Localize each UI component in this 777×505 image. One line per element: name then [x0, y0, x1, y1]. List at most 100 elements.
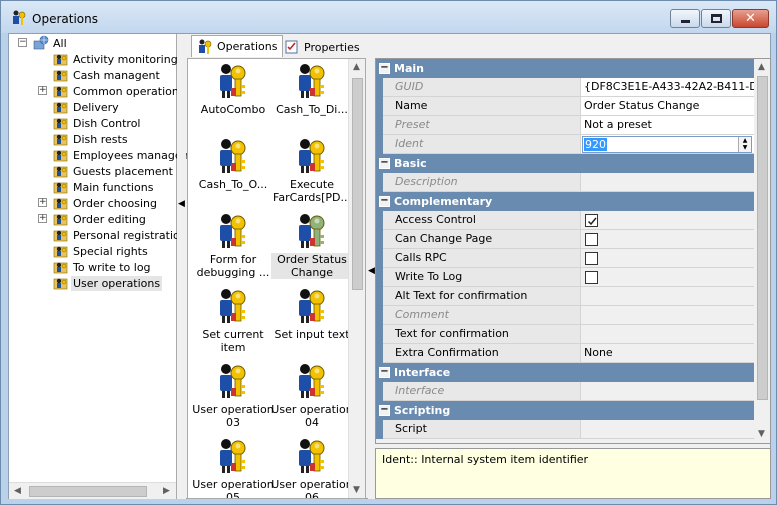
- prop-extra-confirmation[interactable]: Extra Confirmation None: [376, 344, 754, 363]
- ident-spin-input[interactable]: 920 ▲ ▼: [582, 136, 752, 153]
- tree-item[interactable]: User operations: [53, 275, 163, 291]
- scroll-up-icon[interactable]: ▲: [758, 62, 765, 72]
- operation-folder-icon: [53, 166, 68, 178]
- prop-text-confirmation[interactable]: Text for confirmation: [376, 325, 754, 344]
- operation-item[interactable]: Cash_To_O...: [192, 138, 274, 191]
- prop-ident[interactable]: Ident 920 ▲ ▼: [376, 135, 754, 154]
- collapse-icon[interactable]: −: [379, 196, 390, 207]
- tab-properties[interactable]: Properties: [279, 37, 365, 57]
- prop-description[interactable]: Description: [376, 173, 754, 192]
- tree-item[interactable]: Personal registration: [53, 227, 189, 243]
- tree-collapse-root[interactable]: −: [18, 38, 27, 47]
- collapse-icon[interactable]: −: [379, 405, 390, 416]
- prop-comment[interactable]: Comment: [376, 306, 754, 325]
- operation-item[interactable]: Set input text: [271, 288, 353, 341]
- tree-item[interactable]: Guests placement: [53, 163, 175, 179]
- tree-item[interactable]: Activity monitoring: [53, 51, 180, 67]
- calls-rpc-checkbox[interactable]: [585, 252, 598, 265]
- category-tree[interactable]: − All Activity monitoring Cash managent + C…: [9, 34, 192, 499]
- operation-key-icon: [220, 289, 246, 323]
- scroll-down-icon[interactable]: ▼: [758, 429, 765, 439]
- properties-scroll-thumb[interactable]: [757, 76, 768, 400]
- operation-item[interactable]: User operation 04: [271, 363, 353, 429]
- title-bar[interactable]: Operations ✕: [1, 1, 776, 33]
- maximize-button[interactable]: [701, 9, 731, 28]
- operation-label: Set input text: [274, 328, 350, 341]
- tree-item[interactable]: Delivery: [53, 99, 121, 115]
- operations-scroll-thumb[interactable]: [352, 78, 363, 290]
- tree-item[interactable]: Special rights: [53, 243, 150, 259]
- category-main[interactable]: − Main: [376, 59, 754, 78]
- operation-folder-icon: [53, 134, 68, 146]
- left-splitter[interactable]: ◀: [177, 34, 186, 499]
- category-basic[interactable]: − Basic: [376, 154, 754, 173]
- operation-key-icon: [220, 364, 246, 398]
- prop-write-to-log[interactable]: Write To Log: [376, 268, 754, 287]
- operation-label: Order Status Change: [271, 253, 353, 279]
- tree-item[interactable]: Cash managent: [53, 67, 162, 83]
- category-scripting[interactable]: − Scripting: [376, 401, 754, 420]
- tab-operations[interactable]: Operations: [191, 35, 284, 57]
- tree-item[interactable]: To write to log: [53, 259, 153, 275]
- tree-expand-toggle[interactable]: +: [38, 214, 47, 223]
- tree-item[interactable]: Employees managem: [53, 147, 194, 163]
- tree-item[interactable]: Dish rests: [53, 131, 130, 147]
- operation-item[interactable]: User operation 06: [271, 438, 353, 498]
- properties-vertical-scrollbar[interactable]: ▲ ▼: [754, 59, 770, 443]
- operations-vertical-scrollbar[interactable]: ▲ ▼: [348, 59, 365, 498]
- prop-calls-rpc[interactable]: Calls RPC: [376, 249, 754, 268]
- operation-key-icon: [220, 139, 246, 173]
- collapse-icon[interactable]: −: [379, 367, 390, 378]
- tree-expand-toggle[interactable]: +: [38, 198, 47, 207]
- operations-grid[interactable]: AutoCombo Cash_To_Di... Cash_To_O... Execut…: [187, 58, 366, 499]
- tree-item[interactable]: Order choosing: [53, 195, 159, 211]
- tree-item[interactable]: Common operations: [53, 83, 187, 99]
- close-button[interactable]: ✕: [732, 9, 769, 28]
- scroll-down-icon[interactable]: ▼: [353, 485, 360, 495]
- prop-script[interactable]: Script: [376, 420, 754, 439]
- middle-splitter[interactable]: ◀: [368, 58, 375, 499]
- scroll-up-icon[interactable]: ▲: [353, 62, 360, 72]
- tree-horizontal-scrollbar[interactable]: ◀ ▶: [9, 482, 176, 499]
- splitter-arrow-icon[interactable]: ◀: [178, 199, 185, 209]
- maximize-icon: [711, 14, 722, 23]
- write-to-log-checkbox[interactable]: [585, 271, 598, 284]
- operation-item[interactable]: User operation 05: [192, 438, 274, 498]
- operation-item[interactable]: Form for debugging ...: [192, 213, 274, 279]
- prop-preset[interactable]: Preset Not a preset: [376, 116, 754, 135]
- operation-item[interactable]: Execute FarCards[PD...: [271, 138, 353, 204]
- access-control-checkbox[interactable]: [585, 214, 598, 227]
- tree-root[interactable]: All: [33, 35, 69, 51]
- tree-expand-toggle[interactable]: +: [38, 86, 47, 95]
- prop-guid[interactable]: GUID {DF8C3E1E-A433-42A2-B411-DF50: [376, 78, 754, 97]
- collapse-icon[interactable]: −: [379, 158, 390, 169]
- tree-item[interactable]: Main functions: [53, 179, 155, 195]
- minimize-button[interactable]: [670, 9, 700, 28]
- prop-interface[interactable]: Interface: [376, 382, 754, 401]
- operation-item[interactable]: AutoCombo: [192, 63, 274, 116]
- tree-scroll-thumb[interactable]: [29, 486, 147, 497]
- close-icon: ✕: [745, 11, 756, 26]
- category-complementary[interactable]: − Complementary: [376, 192, 754, 211]
- spin-up-icon[interactable]: ▲: [739, 137, 751, 144]
- property-grid[interactable]: − Main GUID {DF8C3E1E-A433-42A2-B411-DF5…: [375, 58, 771, 444]
- can-change-page-checkbox[interactable]: [585, 233, 598, 246]
- operation-folder-icon: [53, 278, 68, 290]
- prop-name[interactable]: Name Order Status Change: [376, 97, 754, 116]
- splitter-arrow-icon[interactable]: ◀: [368, 266, 375, 276]
- operation-item[interactable]: User operation 03: [192, 363, 274, 429]
- tree-item[interactable]: Order editing: [53, 211, 148, 227]
- prop-access-control[interactable]: Access Control: [376, 211, 754, 230]
- scroll-left-icon[interactable]: ◀: [14, 486, 21, 496]
- ident-spinner[interactable]: ▲ ▼: [738, 137, 751, 152]
- category-interface[interactable]: − Interface: [376, 363, 754, 382]
- operation-item[interactable]: Cash_To_Di...: [271, 63, 353, 116]
- spin-down-icon[interactable]: ▼: [739, 144, 751, 151]
- scroll-right-icon[interactable]: ▶: [163, 486, 170, 496]
- operation-item[interactable]: Set current item: [192, 288, 274, 354]
- prop-can-change-page[interactable]: Can Change Page: [376, 230, 754, 249]
- collapse-icon[interactable]: −: [379, 63, 390, 74]
- prop-alt-text[interactable]: Alt Text for confirmation: [376, 287, 754, 306]
- operation-item[interactable]: Order Status Change: [271, 213, 353, 279]
- tree-item[interactable]: Dish Control: [53, 115, 143, 131]
